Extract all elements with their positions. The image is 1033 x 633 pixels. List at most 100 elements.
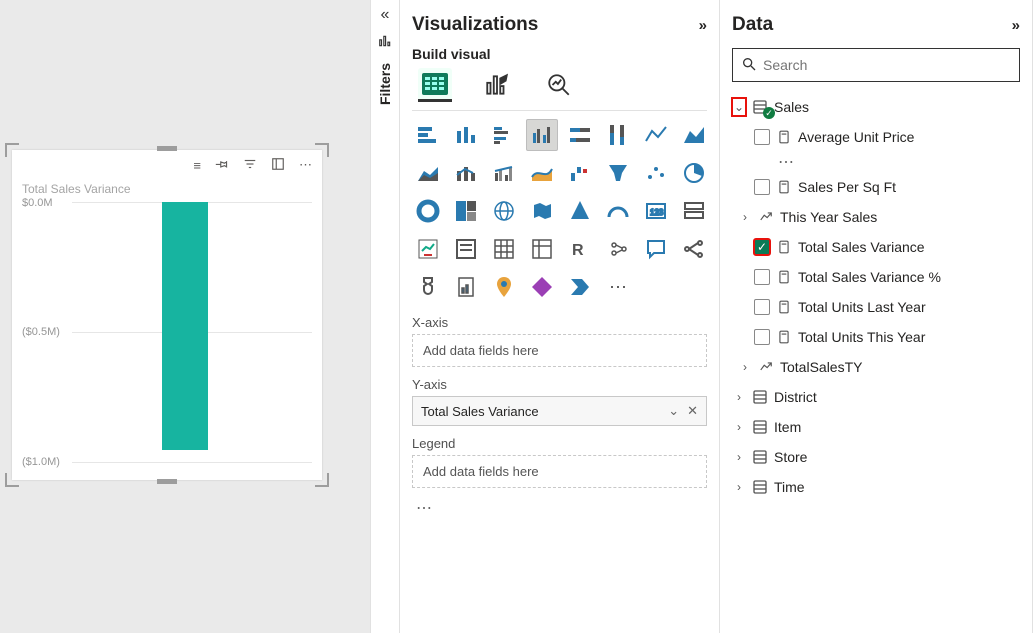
more-options-icon[interactable]: ⋯ bbox=[299, 157, 312, 173]
wells-more-icon[interactable]: ⋯ bbox=[412, 498, 707, 518]
collapse-data-icon[interactable]: » bbox=[1012, 17, 1020, 34]
caret-icon[interactable]: › bbox=[732, 480, 746, 494]
resize-handle-bottom[interactable] bbox=[157, 479, 177, 484]
table-item[interactable]: › Item bbox=[732, 412, 1020, 442]
visual-container[interactable]: ≡ ⋯ Total Sales Variance $0.0M ($0.5M) (… bbox=[12, 150, 322, 480]
viz-clustered-bar-icon[interactable] bbox=[488, 119, 520, 151]
caret-icon[interactable]: › bbox=[732, 420, 746, 434]
data-pane: Data » ⌄ Sales Average Unit Price ⋯ Sale… bbox=[720, 0, 1033, 633]
viz-decomposition-icon[interactable] bbox=[678, 233, 710, 265]
calculator-icon bbox=[775, 270, 793, 284]
field-total-sales-variance-pct[interactable]: Total Sales Variance % bbox=[732, 262, 1020, 292]
table-store[interactable]: › Store bbox=[732, 442, 1020, 472]
viz-area-icon[interactable] bbox=[678, 119, 710, 151]
viz-table-icon[interactable] bbox=[488, 233, 520, 265]
viz-waterfall-icon[interactable] bbox=[564, 157, 596, 189]
drag-handle-icon[interactable]: ≡ bbox=[193, 158, 201, 173]
viz-goals-icon[interactable] bbox=[412, 271, 444, 303]
resize-handle-br[interactable] bbox=[315, 473, 329, 487]
filter-icon[interactable] bbox=[243, 157, 257, 174]
well-legend-drop[interactable]: Add data fields here bbox=[412, 455, 707, 488]
caret-sales[interactable]: ⌄ bbox=[732, 98, 746, 116]
field-total-units-this-year[interactable]: Total Units This Year bbox=[732, 322, 1020, 352]
table-icon bbox=[751, 449, 769, 465]
pin-icon[interactable] bbox=[215, 157, 229, 174]
tab-build-visual[interactable] bbox=[418, 68, 452, 102]
viz-gauge-icon[interactable] bbox=[602, 195, 634, 227]
viz-python-visual-icon[interactable] bbox=[602, 233, 634, 265]
field-total-sales-variance[interactable]: ✓ Total Sales Variance bbox=[732, 232, 1020, 262]
viz-power-apps-icon[interactable] bbox=[526, 271, 558, 303]
viz-multirow-card-icon[interactable] bbox=[678, 195, 710, 227]
viz-pie-icon[interactable] bbox=[678, 157, 710, 189]
viz-treemap-icon[interactable] bbox=[450, 195, 482, 227]
checkbox[interactable] bbox=[754, 269, 770, 285]
checkbox[interactable] bbox=[754, 299, 770, 315]
viz-r-visual-icon[interactable]: R bbox=[564, 233, 596, 265]
tab-format-visual[interactable] bbox=[480, 68, 514, 102]
viz-clustered-column-icon[interactable] bbox=[526, 119, 558, 151]
expand-filters-icon[interactable]: « bbox=[381, 6, 390, 24]
search-box[interactable] bbox=[732, 48, 1020, 82]
viz-line-icon[interactable] bbox=[640, 119, 672, 151]
field-label: Total Units This Year bbox=[798, 329, 1020, 345]
checkbox[interactable] bbox=[754, 329, 770, 345]
table-sales[interactable]: ⌄ Sales bbox=[732, 92, 1020, 122]
y-tick-2: ($1.0M) bbox=[22, 456, 60, 468]
resize-handle-tr[interactable] bbox=[315, 143, 329, 157]
report-canvas[interactable]: ≡ ⋯ Total Sales Variance $0.0M ($0.5M) (… bbox=[0, 0, 370, 633]
checkbox-checked[interactable]: ✓ bbox=[754, 239, 770, 255]
visualizations-title: Visualizations bbox=[412, 14, 538, 36]
viz-get-more-icon[interactable]: ⋯ bbox=[602, 271, 634, 303]
viz-funnel-icon[interactable] bbox=[602, 157, 634, 189]
viz-ribbon-icon[interactable] bbox=[526, 157, 558, 189]
viz-kpi-icon[interactable] bbox=[412, 233, 444, 265]
viz-paginated-icon[interactable] bbox=[450, 271, 482, 303]
resize-handle-tl[interactable] bbox=[5, 143, 19, 157]
viz-donut-icon[interactable] bbox=[412, 195, 444, 227]
viz-card-icon[interactable]: 123 bbox=[640, 195, 672, 227]
field-total-sales-ty[interactable]: › TotalSalesTY bbox=[732, 352, 1020, 382]
caret-icon[interactable]: › bbox=[738, 360, 752, 374]
chip-dropdown-icon[interactable]: ⌄ bbox=[668, 403, 679, 419]
viz-stacked-column-icon[interactable] bbox=[450, 119, 482, 151]
filters-pane-collapsed[interactable]: « Filters bbox=[370, 0, 400, 633]
viz-line-clustered-column-icon[interactable] bbox=[488, 157, 520, 189]
well-y-axis-chip[interactable]: Total Sales Variance ⌄ ✕ bbox=[412, 396, 707, 426]
viz-arcgis-icon[interactable] bbox=[488, 271, 520, 303]
viz-matrix-icon[interactable] bbox=[526, 233, 558, 265]
search-input[interactable] bbox=[763, 57, 1011, 73]
well-x-axis-drop[interactable]: Add data fields here bbox=[412, 334, 707, 367]
focus-mode-icon[interactable] bbox=[271, 157, 285, 174]
tab-analytics[interactable] bbox=[542, 68, 576, 102]
viz-map-icon[interactable] bbox=[488, 195, 520, 227]
caret-icon[interactable]: › bbox=[738, 210, 752, 224]
resize-handle-bl[interactable] bbox=[5, 473, 19, 487]
checkbox[interactable] bbox=[754, 129, 770, 145]
viz-stacked-bar-icon[interactable] bbox=[412, 119, 444, 151]
caret-icon[interactable]: › bbox=[732, 390, 746, 404]
checkbox[interactable] bbox=[754, 179, 770, 195]
resize-handle-top[interactable] bbox=[157, 146, 177, 151]
field-avg-unit-price[interactable]: Average Unit Price bbox=[732, 122, 1020, 152]
viz-azure-map-icon[interactable] bbox=[564, 195, 596, 227]
collapse-visualizations-icon[interactable]: » bbox=[699, 17, 707, 34]
viz-100stacked-column-icon[interactable] bbox=[602, 119, 634, 151]
field-this-year-sales[interactable]: › This Year Sales bbox=[732, 202, 1020, 232]
field-sales-per-sqft[interactable]: Sales Per Sq Ft bbox=[732, 172, 1020, 202]
caret-icon[interactable]: › bbox=[732, 450, 746, 464]
calculator-icon bbox=[775, 180, 793, 194]
viz-stacked-area-icon[interactable] bbox=[412, 157, 444, 189]
field-more-icon[interactable]: ⋯ bbox=[732, 152, 1020, 172]
viz-slicer-icon[interactable] bbox=[450, 233, 482, 265]
viz-qna-icon[interactable] bbox=[640, 233, 672, 265]
viz-filled-map-icon[interactable] bbox=[526, 195, 558, 227]
viz-100stacked-bar-icon[interactable] bbox=[564, 119, 596, 151]
chip-remove-icon[interactable]: ✕ bbox=[687, 403, 698, 419]
table-time[interactable]: › Time bbox=[732, 472, 1020, 502]
viz-scatter-icon[interactable] bbox=[640, 157, 672, 189]
viz-power-automate-icon[interactable] bbox=[564, 271, 596, 303]
viz-line-stacked-column-icon[interactable] bbox=[450, 157, 482, 189]
field-total-units-last-year[interactable]: Total Units Last Year bbox=[732, 292, 1020, 322]
table-district[interactable]: › District bbox=[732, 382, 1020, 412]
